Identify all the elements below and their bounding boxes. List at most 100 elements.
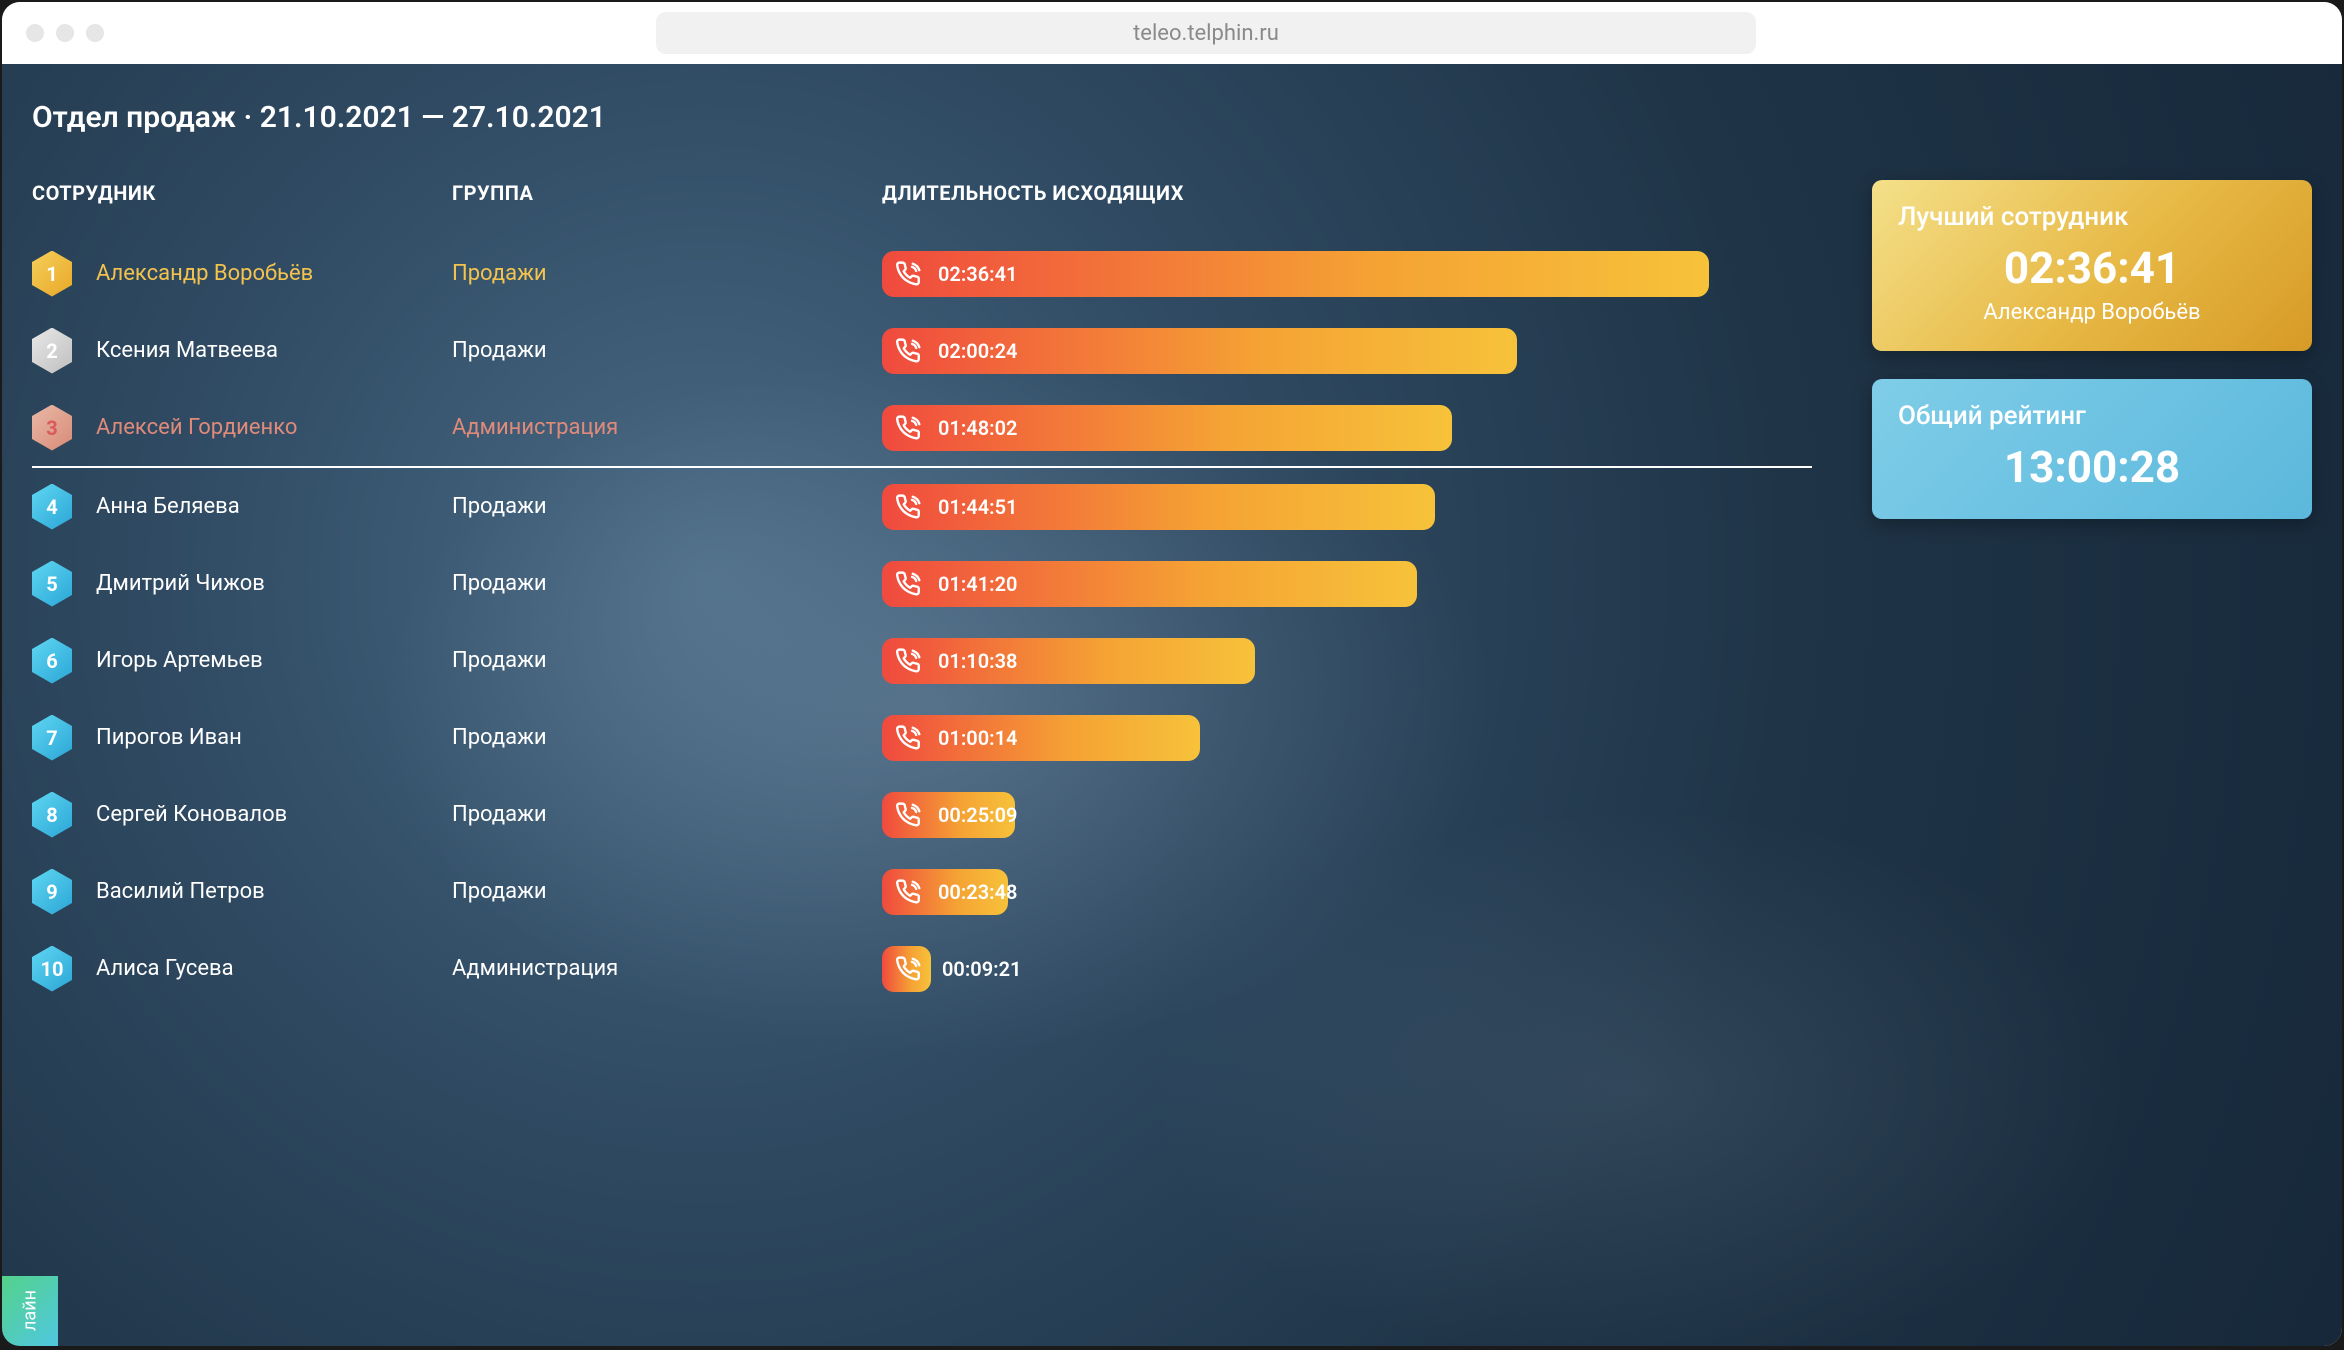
card-best-employee: Лучший сотрудник 02:36:41 Александр Воро… <box>1872 180 2312 351</box>
leaderboard-rows: 1Александр ВоробьёвПродажи02:36:412Ксени… <box>32 235 1812 1007</box>
rank-badge: 9 <box>32 869 72 915</box>
employee-name: Дмитрий Чижов <box>96 571 265 596</box>
duration-label: 02:36:41 <box>938 262 1017 286</box>
duration-label: 00:25:09 <box>938 803 1017 827</box>
group-cell: Продажи <box>452 261 882 286</box>
browser-chrome: teleo.telphin.ru <box>2 2 2342 64</box>
card-best-value: 02:36:41 <box>1898 242 2286 294</box>
employee-cell: 2Ксения Матвеева <box>32 328 452 374</box>
duration-cell: 01:48:02 <box>882 405 1812 451</box>
duration-bar: 02:36:41 <box>882 251 1709 297</box>
duration-cell: 01:00:14 <box>882 715 1812 761</box>
duration-cell: 00:23:48 <box>882 869 1812 915</box>
group-cell: Продажи <box>452 494 882 519</box>
col-header-duration: ДЛИТЕЛЬНОСТЬ ИСХОДЯЩИХ <box>882 181 1812 205</box>
side-column: Лучший сотрудник 02:36:41 Александр Воро… <box>1872 100 2312 1346</box>
employee-name: Ксения Матвеева <box>96 338 278 363</box>
leaderboard-row[interactable]: 8 Сергей Коновалов Продажи 00:25:09 <box>32 776 1812 853</box>
leaderboard-row[interactable]: 10Алиса ГусеваАдминистрация00:09:21 <box>32 930 1812 1007</box>
leaderboard-row[interactable]: 5Дмитрий ЧижовПродажи 01:41:20 <box>32 545 1812 622</box>
phone-outgoing-icon <box>896 725 922 751</box>
rank-badge: 7 <box>32 715 72 761</box>
leaderboard-row[interactable]: 6 Игорь Артемьев Продажи 01:10:38 <box>32 622 1812 699</box>
group-cell: Продажи <box>452 725 882 750</box>
employee-name: Игорь Артемьев <box>96 648 263 673</box>
leaderboard-row[interactable]: 3Алексей ГордиенкоАдминистрация01:48:02 <box>32 389 1812 466</box>
card-best-subtitle: Александр Воробьёв <box>1898 300 2286 325</box>
group-cell: Продажи <box>452 648 882 673</box>
employee-name: Сергей Коновалов <box>96 802 287 827</box>
page-title: Отдел продаж · 21.10.2021 — 27.10.2021 <box>32 100 1812 135</box>
duration-label: 01:10:38 <box>938 649 1017 673</box>
duration-label: 00:23:48 <box>938 880 1017 904</box>
duration-label: 00:09:21 <box>942 957 1021 981</box>
col-header-group: ГРУППА <box>452 181 882 205</box>
duration-cell: 02:36:41 <box>882 251 1812 297</box>
duration-label: 01:41:20 <box>938 572 1017 596</box>
duration-bar-wrap: 02:00:24 <box>882 328 1812 374</box>
duration-cell: 00:25:09 <box>882 792 1812 838</box>
duration-bar-wrap: 02:36:41 <box>882 251 1812 297</box>
rank-badge: 4 <box>32 484 72 530</box>
leaderboard-row[interactable]: 4Анна БеляеваПродажи 01:44:51 <box>32 468 1812 545</box>
employee-name: Алексей Гордиенко <box>96 415 297 440</box>
rank-badge: 3 <box>32 405 72 451</box>
group-cell: Продажи <box>452 802 882 827</box>
browser-window: teleo.telphin.ru Отдел продаж · 21.10.20… <box>2 2 2342 1346</box>
duration-bar: 00:23:48 <box>882 869 1008 915</box>
employee-name: Алиса Гусева <box>96 956 234 981</box>
duration-bar <box>882 946 931 992</box>
rank-badge: 6 <box>32 638 72 684</box>
employee-name: Василий Петров <box>96 879 265 904</box>
duration-cell: 02:00:24 <box>882 328 1812 374</box>
main-column: Отдел продаж · 21.10.2021 — 27.10.2021 С… <box>32 100 1812 1346</box>
phone-outgoing-icon <box>896 956 922 982</box>
duration-bar-wrap: 01:41:20 <box>882 561 1812 607</box>
duration-cell: 01:41:20 <box>882 561 1812 607</box>
phone-outgoing-icon <box>896 261 922 287</box>
employee-cell: 8 Сергей Коновалов <box>32 792 452 838</box>
employee-cell: 9 Василий Петров <box>32 869 452 915</box>
leaderboard-row[interactable]: 2Ксения МатвееваПродажи02:00:24 <box>32 312 1812 389</box>
col-header-employee: СОТРУДНИК <box>32 181 452 205</box>
duration-bar: 02:00:24 <box>882 328 1517 374</box>
phone-outgoing-icon <box>896 648 922 674</box>
duration-bar-wrap: 00:23:48 <box>882 869 1812 915</box>
rank-badge: 10 <box>32 946 72 992</box>
duration-bar-wrap: 01:00:14 <box>882 715 1812 761</box>
minimize-window-icon[interactable] <box>56 24 74 42</box>
phone-outgoing-icon <box>896 494 922 520</box>
duration-bar-wrap: 01:44:51 <box>882 484 1812 530</box>
url-text: teleo.telphin.ru <box>1133 21 1279 46</box>
duration-cell: 01:10:38 <box>882 638 1812 684</box>
employee-name: Пирогов Иван <box>96 725 242 750</box>
duration-label: 01:44:51 <box>938 495 1017 519</box>
employee-cell: 7 Пирогов Иван <box>32 715 452 761</box>
rank-badge: 8 <box>32 792 72 838</box>
duration-label: 01:48:02 <box>938 416 1017 440</box>
url-bar[interactable]: teleo.telphin.ru <box>656 12 1756 54</box>
app-viewport: Отдел продаж · 21.10.2021 — 27.10.2021 С… <box>2 64 2342 1346</box>
duration-bar-wrap: 01:48:02 <box>882 405 1812 451</box>
maximize-window-icon[interactable] <box>86 24 104 42</box>
employee-cell: 3 Алексей Гордиенко <box>32 405 452 451</box>
card-total-value: 13:00:28 <box>1898 441 2286 493</box>
employee-cell: 6 Игорь Артемьев <box>32 638 452 684</box>
group-cell: Продажи <box>452 338 882 363</box>
group-cell: Продажи <box>452 571 882 596</box>
employee-cell: 5Дмитрий Чижов <box>32 561 452 607</box>
phone-outgoing-icon <box>896 571 922 597</box>
employee-name: Александр Воробьёв <box>96 261 313 286</box>
table-header: СОТРУДНИК ГРУППА ДЛИТЕЛЬНОСТЬ ИСХОДЯЩИХ <box>32 181 1812 205</box>
duration-bar: 01:10:38 <box>882 638 1255 684</box>
duration-cell: 00:09:21 <box>882 946 1812 992</box>
leaderboard-row[interactable]: 1Александр ВоробьёвПродажи02:36:41 <box>32 235 1812 312</box>
close-window-icon[interactable] <box>26 24 44 42</box>
phone-outgoing-icon <box>896 802 922 828</box>
duration-bar: 01:41:20 <box>882 561 1417 607</box>
employee-cell: 4Анна Беляева <box>32 484 452 530</box>
card-best-title: Лучший сотрудник <box>1898 202 2286 232</box>
leaderboard-row[interactable]: 7 Пирогов Иван Продажи01:00:14 <box>32 699 1812 776</box>
window-controls <box>26 24 104 42</box>
leaderboard-row[interactable]: 9Василий ПетровПродажи00:23:48 <box>32 853 1812 930</box>
